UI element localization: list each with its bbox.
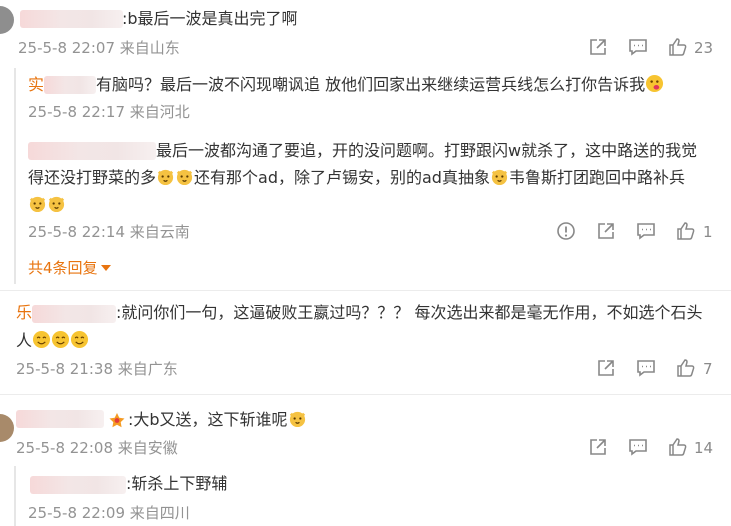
emoji-icon — [51, 330, 70, 349]
reply-thread-line — [14, 466, 16, 526]
reply-text: :斩杀上下野辅 — [126, 474, 228, 493]
comment-icon[interactable] — [628, 437, 648, 457]
comment-text-line1: :就问你们一句，这逼破败王嬴过吗？？？ 每次选出来都是毫无作用，不如选个石头 — [116, 303, 703, 322]
username-prefix[interactable]: 乐 — [16, 301, 32, 325]
username-blurred[interactable] — [16, 410, 104, 428]
comment-meta: 25-5-8 22:07 来自山东 — [18, 39, 180, 57]
reply-emoji-line — [28, 193, 66, 217]
emoji-icon — [29, 196, 46, 213]
like-count: 14 — [694, 439, 714, 457]
reply-text-line1: 最后一波都沟通了要追，开的没问题啊。打野跟闪w就杀了，这中路送的我觉 — [156, 141, 698, 160]
report-icon[interactable] — [556, 221, 576, 241]
share-icon[interactable] — [588, 37, 608, 57]
username-blurred[interactable] — [28, 142, 156, 160]
emoji-icon — [157, 169, 174, 186]
emoji-icon — [70, 330, 89, 349]
emoji-icon — [491, 169, 508, 186]
share-icon[interactable] — [588, 437, 608, 457]
like-icon[interactable] — [668, 437, 688, 457]
comment-icon[interactable] — [636, 358, 656, 378]
like-count: 1 — [703, 223, 713, 241]
like-count: 23 — [694, 39, 714, 57]
divider — [0, 394, 731, 395]
emoji-icon — [646, 74, 664, 93]
like-icon[interactable] — [668, 37, 688, 57]
reply-text-line2: 得还没打野菜的多 还有那个ad，除了卢锡安，别的ad真抽象 韦鲁斯打团跑回中路补兵 — [28, 168, 685, 187]
reply-meta: 25-5-8 22:17 来自河北 — [28, 103, 190, 121]
caret-down-icon — [100, 265, 111, 271]
emoji-icon — [289, 411, 305, 428]
like-icon[interactable] — [676, 221, 696, 241]
username-blurred[interactable] — [44, 76, 96, 94]
reply-thread-line — [14, 68, 16, 284]
share-icon[interactable] — [596, 358, 616, 378]
comment-icon[interactable] — [628, 37, 648, 57]
reply-username-prefix[interactable]: 实 — [28, 73, 44, 97]
comment-meta: 25-5-8 21:38 来自广东 — [16, 360, 178, 378]
username-blurred[interactable] — [32, 305, 116, 323]
comment-text: :b最后一波是真出完了啊 — [122, 9, 298, 28]
emoji-icon — [32, 330, 51, 349]
comment-icon[interactable] — [636, 221, 656, 241]
divider — [0, 290, 731, 291]
reply-text: 有脑吗？最后一波不闪现嘲讽追 放他们回家出来继续运营兵线怎么打你告诉我 — [96, 73, 664, 97]
avatar[interactable] — [0, 414, 14, 442]
fan-badge-icon — [109, 413, 125, 428]
like-count: 7 — [703, 360, 713, 378]
reply-meta: 25-5-8 22:14 来自云南 — [28, 223, 190, 241]
reply-meta: 25-5-8 22:09 来自四川 — [28, 504, 190, 522]
like-icon[interactable] — [676, 358, 696, 378]
comment-text: :大b又送，这下斩谁呢 — [128, 408, 307, 432]
expand-replies-link[interactable]: 共4条回复 — [28, 258, 112, 278]
comment-text-line2: 人 — [16, 329, 89, 353]
username-blurred[interactable] — [20, 10, 123, 28]
comment-meta: 25-5-8 22:08 来自安徽 — [16, 439, 178, 457]
share-icon[interactable] — [596, 221, 616, 241]
emoji-icon — [176, 169, 193, 186]
username-blurred[interactable] — [30, 476, 126, 494]
emoji-icon — [48, 196, 65, 213]
avatar[interactable] — [0, 6, 14, 34]
